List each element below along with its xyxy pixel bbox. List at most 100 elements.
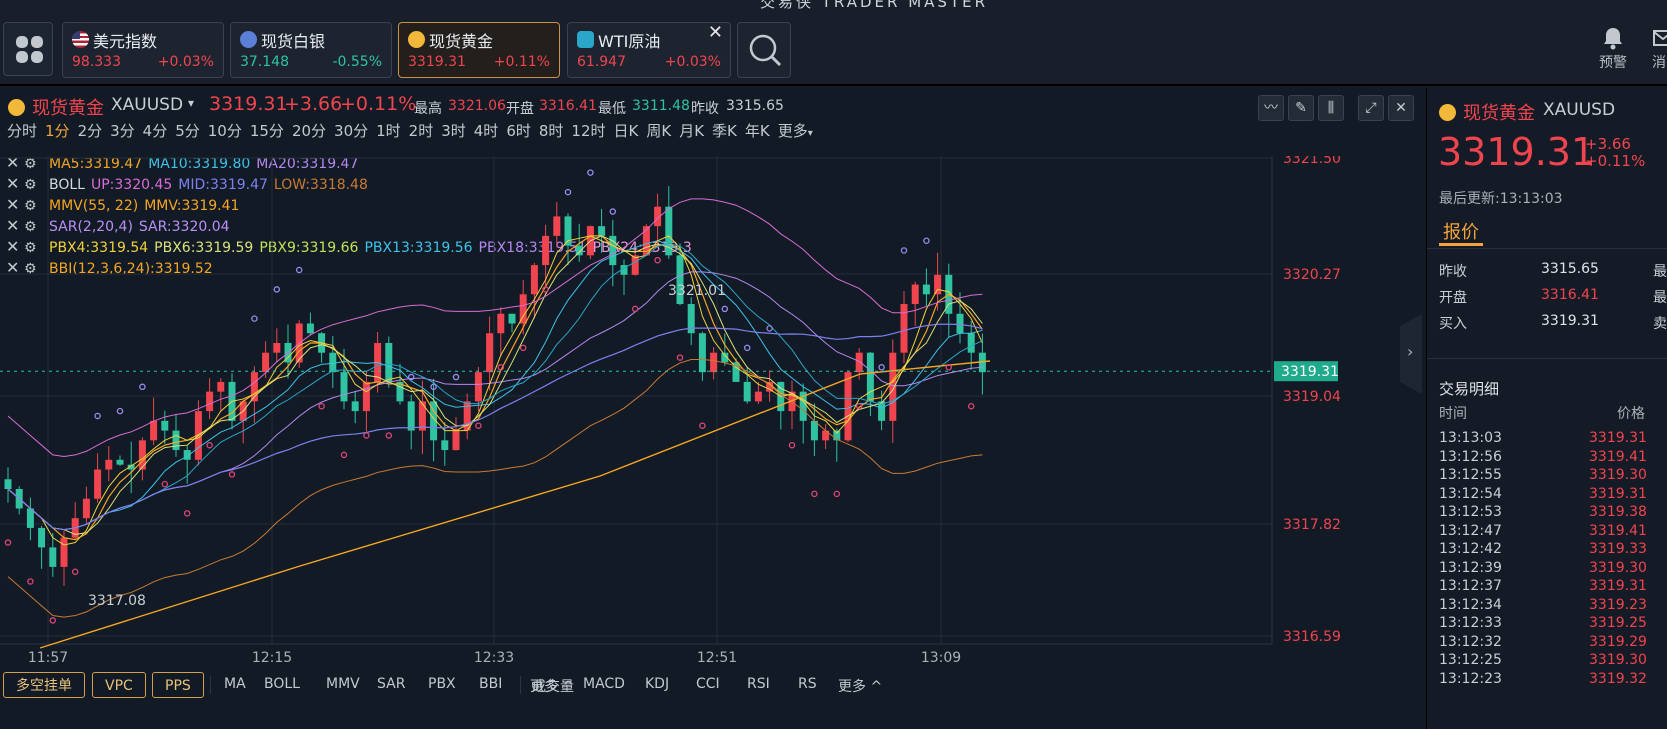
timeframe-12[interactable]: 3时 [441, 120, 466, 141]
candle-style-button[interactable]: ⫼ [1318, 95, 1344, 121]
tab-quote[interactable]: 报价 [1443, 218, 1479, 244]
quote-card-oil[interactable]: WTI原油 61.947 +0.03% ✕ [567, 22, 731, 78]
apps-menu-button[interactable] [3, 22, 53, 76]
quote-price: 37.148 [240, 54, 289, 70]
timeframe-6[interactable]: 10分 [208, 120, 242, 141]
timeframe-22[interactable]: 更多▾ [778, 120, 813, 141]
main-indicator-tab[interactable]: BBI [479, 676, 502, 692]
timeframe-10[interactable]: 1时 [376, 120, 401, 141]
timeframe-3[interactable]: 3分 [110, 120, 135, 141]
bottom-button-1[interactable]: VPC [92, 672, 146, 698]
bottom-button-0[interactable]: 多空挂单 [3, 672, 85, 698]
main-indicator-tab[interactable]: MMV [326, 676, 360, 692]
timeframe-17[interactable]: 日K [614, 120, 639, 141]
candle-body [172, 430, 180, 451]
instrument-code[interactable]: XAUUSD [111, 95, 183, 115]
main-indicator-tab[interactable]: SAR [377, 676, 405, 692]
trade-time: 13:12:47 [1439, 522, 1502, 539]
open-label: 开盘 [506, 101, 534, 117]
tab-underline [1439, 243, 1483, 246]
expand-button[interactable]: ⤢ [1358, 95, 1384, 121]
sar-dot [116, 407, 124, 415]
candle-body [206, 391, 214, 412]
alarm-button[interactable]: 预警 [1595, 26, 1631, 72]
timeframe-11[interactable]: 2时 [409, 120, 434, 141]
instrument-change: +3.66 [284, 93, 343, 115]
timeframe-21[interactable]: 年K [745, 120, 770, 141]
candle-body [956, 313, 964, 334]
trade-price: 3319.32 [1589, 670, 1647, 687]
quote-card-silver[interactable]: 现货白银 37.148 -0.55% [230, 22, 392, 78]
trade-time: 13:13:03 [1439, 430, 1502, 446]
close-icon[interactable]: ✕ [708, 22, 723, 43]
candlestick-chart: 3321.50 3320.27 3319.04 3317.82 3316.59 11:57… [0, 156, 1341, 666]
line-tool-button[interactable]: 〰 [1258, 95, 1284, 121]
y-tick-label: 3320.27 [1283, 267, 1341, 283]
timeframe-15[interactable]: 8时 [539, 120, 564, 141]
candle-icon: ⫼ [1327, 100, 1335, 116]
timeframe-9[interactable]: 30分 [334, 120, 368, 141]
low-annotation: 3317.08 [88, 593, 146, 609]
candle-body [542, 235, 550, 266]
sub-indicator-tab[interactable]: RS [798, 676, 817, 692]
divider [1427, 358, 1667, 359]
search-button[interactable] [737, 22, 791, 78]
timeframe-7[interactable]: 15分 [250, 120, 284, 141]
trade-time: 13:12:56 [1439, 448, 1502, 465]
trade-price: 3319.30 [1589, 559, 1647, 576]
quote-row-label: 开盘 [1439, 290, 1467, 306]
x-tick-label: 12:15 [252, 650, 292, 666]
x-tick-label: 12:51 [697, 650, 737, 666]
close-icon: ✕ [1395, 100, 1407, 116]
quote-card-dxy[interactable]: 美元指数 98.333 +0.03% [62, 22, 224, 78]
quote-row-value: 3315.65 [1541, 261, 1599, 277]
sub-indicator-tab[interactable]: 成交量 [532, 676, 574, 696]
message-button[interactable]: 消 [1652, 26, 1667, 72]
timeframe-0[interactable]: 分时 [7, 120, 37, 141]
main-indicator-tab[interactable]: MA [224, 676, 246, 692]
sar-dot [4, 539, 12, 546]
sar-dot [71, 568, 79, 575]
candle-body [441, 440, 449, 451]
draw-tool-button[interactable]: ✎ [1288, 95, 1314, 121]
candle-body [508, 313, 516, 324]
timeframe-2[interactable]: 2分 [78, 120, 103, 141]
sub-indicator-tab[interactable]: KDJ [645, 676, 669, 692]
timeframe-14[interactable]: 6时 [506, 120, 531, 141]
timeframe-19[interactable]: 月K [679, 120, 704, 141]
trade-time: 13:12:33 [1439, 615, 1502, 631]
close-chart-button[interactable]: ✕ [1388, 95, 1414, 121]
sar-dot [49, 617, 57, 624]
trade-time: 13:12:23 [1439, 670, 1502, 687]
message-label: 消 [1652, 55, 1666, 71]
chevron-down-icon[interactable]: ▾ [188, 96, 194, 110]
timeframe-18[interactable]: 周K [646, 120, 671, 141]
sub-indicator-tab[interactable]: 更多 ^ [838, 676, 882, 696]
bottom-button-2[interactable]: PPS [152, 672, 204, 698]
sub-indicator-tab[interactable]: RSI [747, 676, 770, 692]
sar-dot [676, 354, 684, 361]
sar-dot [587, 169, 594, 176]
sar-dot [340, 451, 348, 459]
main-indicator-tab[interactable]: BOLL [264, 676, 300, 692]
timeframe-16[interactable]: 12时 [571, 120, 605, 141]
trade-price: 3319.29 [1589, 633, 1647, 650]
y-tick-label: 3317.82 [1283, 517, 1341, 533]
sub-indicator-tab[interactable]: MACD [583, 676, 625, 692]
quote-card-gold[interactable]: 现货黄金 3319.31 +0.11% [398, 22, 560, 78]
main-indicator-tab[interactable]: PBX [428, 676, 456, 692]
timeframe-8[interactable]: 20分 [292, 120, 326, 141]
candle-body [49, 547, 57, 567]
timeframe-4[interactable]: 4分 [143, 120, 168, 141]
timeframe-20[interactable]: 季K [712, 120, 737, 141]
timeframe-13[interactable]: 4时 [474, 120, 499, 141]
x-tick-label: 12:33 [474, 650, 514, 666]
timeframe-5[interactable]: 5分 [175, 120, 200, 141]
sar-dot [721, 305, 729, 313]
quote-row-label-right: 最 [1653, 264, 1667, 280]
current-price-label: 3319.31 [1281, 364, 1339, 380]
timeframe-1[interactable]: 1分 [45, 120, 70, 141]
side-expand-handle[interactable]: › [1400, 314, 1422, 394]
trade-price: 3319.31 [1589, 578, 1647, 594]
sub-indicator-tab[interactable]: CCI [696, 676, 720, 692]
